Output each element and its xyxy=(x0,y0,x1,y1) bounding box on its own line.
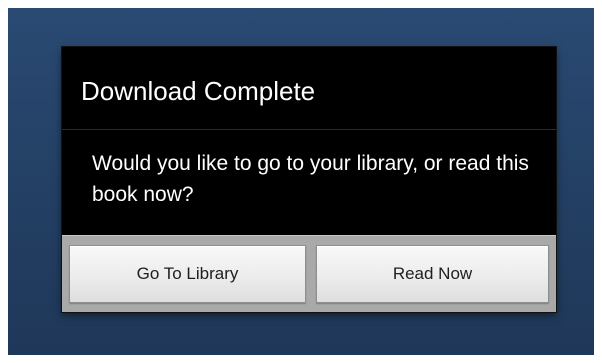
download-complete-dialog: Download Complete Would you like to go t… xyxy=(62,47,556,312)
title-divider xyxy=(62,129,556,130)
dialog-title: Download Complete xyxy=(81,76,316,106)
dialog-button-bar: Go To Library Read Now xyxy=(62,235,556,312)
go-to-library-button[interactable]: Go To Library xyxy=(69,245,306,303)
dialog-message: Would you like to go to your library, or… xyxy=(92,152,529,206)
read-now-button[interactable]: Read Now xyxy=(316,245,549,303)
